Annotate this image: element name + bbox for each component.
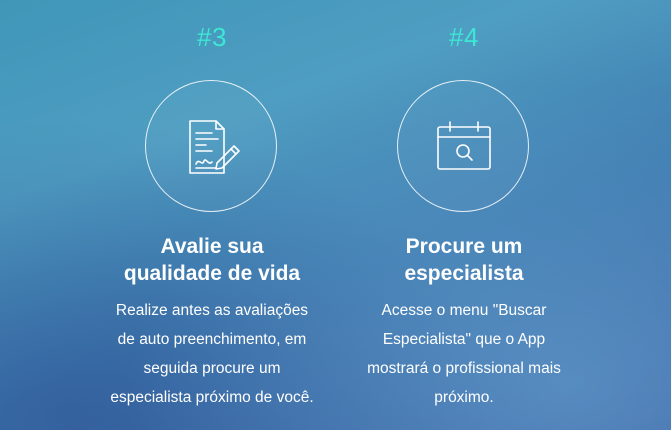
desc-line: Especialista" que o App xyxy=(382,331,546,348)
icon-circle xyxy=(145,80,277,212)
desc-line: seguida procure um xyxy=(143,360,281,377)
icon-circle xyxy=(397,80,529,212)
step-title-line-1: Procure um xyxy=(405,235,523,258)
step-description: Realize antes as avaliações de auto pree… xyxy=(87,296,337,412)
step-description: Acesse o menu "Buscar Especialista" que … xyxy=(339,296,589,412)
step-number: #3 xyxy=(197,22,227,52)
desc-line: de auto preenchimento, em xyxy=(117,331,307,348)
step-number: #4 xyxy=(449,22,479,52)
step-title-line-2: qualidade de vida xyxy=(123,262,301,285)
desc-line: especialista próximo de você. xyxy=(110,389,314,406)
calendar-search-icon xyxy=(437,121,491,170)
step-title-line-1: Avalie sua xyxy=(160,235,264,258)
desc-line: Acesse o menu "Buscar xyxy=(381,302,547,319)
step-title-line-2: especialista xyxy=(404,262,524,285)
step-title: Procure um especialista xyxy=(339,233,589,287)
desc-line: próximo. xyxy=(434,389,494,406)
step-title: Avalie sua qualidade de vida xyxy=(87,233,337,287)
document-signature-icon xyxy=(189,120,240,174)
desc-line: mostrará o profissional mais xyxy=(367,360,561,377)
desc-line: Realize antes as avaliações xyxy=(115,302,309,319)
